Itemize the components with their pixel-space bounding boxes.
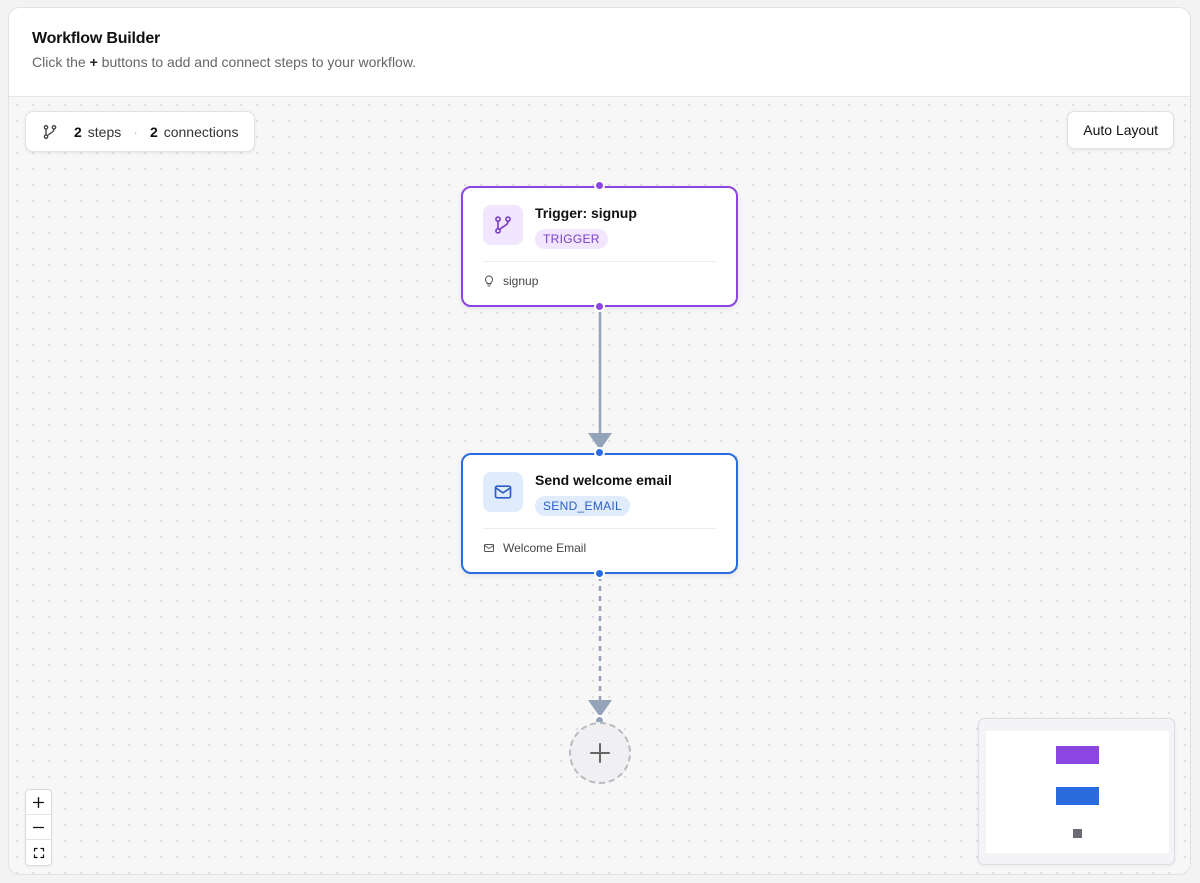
mail-icon — [494, 485, 512, 499]
node-divider — [483, 528, 716, 529]
node-icon-box — [483, 205, 523, 245]
page-subtitle: Click the + buttons to add and connect s… — [32, 54, 1167, 70]
minimap-viewport — [986, 731, 1169, 853]
connections-label: connections — [163, 123, 239, 140]
workflow-stats: 2 steps · 2 connections — [25, 111, 256, 152]
node-title: Trigger: signup — [535, 205, 637, 221]
minimap-node-trigger — [1056, 746, 1099, 764]
node-detail-text: signup — [503, 274, 539, 288]
git-branch-icon — [495, 216, 511, 234]
node-detail: Welcome Email — [483, 541, 586, 555]
node-type-badge: SEND_EMAIL — [535, 496, 631, 516]
fit-view-icon — [33, 847, 44, 858]
node-detail: signup — [483, 274, 538, 288]
git-branch-icon — [43, 124, 57, 139]
workflow-builder-panel: Workflow Builder Click the + buttons to … — [8, 7, 1191, 875]
minus-icon — [32, 826, 45, 828]
steps-label: steps — [87, 123, 122, 140]
trigger-input-handle[interactable] — [594, 180, 605, 191]
lightbulb-icon — [485, 275, 493, 287]
plus-icon — [32, 796, 45, 808]
subtitle-text-end: buttons to add and connect steps to your… — [97, 54, 417, 70]
email-input-handle[interactable] — [594, 447, 605, 458]
zoom-controls — [25, 789, 52, 866]
node-type-badge: TRIGGER — [535, 229, 608, 249]
email-output-handle[interactable] — [594, 568, 605, 579]
trigger-output-handle[interactable] — [594, 301, 605, 312]
node-detail-text: Welcome Email — [503, 541, 587, 555]
node-divider — [483, 261, 716, 262]
node-title: Send welcome email — [535, 472, 672, 488]
subtitle-plus-symbol: + — [89, 54, 98, 70]
connections-count: 2 — [149, 123, 158, 140]
mail-icon — [484, 544, 494, 552]
workflow-canvas[interactable]: 2 steps · 2 connections Auto Layout Trig… — [9, 97, 1190, 874]
stats-separator: · — [133, 123, 138, 140]
workflow-node-send-email[interactable]: Send welcome email SEND_EMAIL Welcome Em… — [461, 453, 738, 574]
minimap-node-add — [1073, 829, 1082, 838]
fit-view-button[interactable] — [26, 840, 51, 865]
minimap-node-email — [1056, 787, 1099, 805]
add-step-button[interactable] — [569, 722, 631, 784]
auto-layout-button[interactable]: Auto Layout — [1067, 111, 1174, 149]
zoom-out-button[interactable] — [26, 815, 51, 840]
zoom-in-button[interactable] — [26, 790, 51, 815]
steps-count: 2 — [74, 123, 82, 140]
page-title: Workflow Builder — [32, 30, 161, 47]
header: Workflow Builder Click the + buttons to … — [9, 8, 1190, 97]
node-icon-box — [483, 472, 523, 512]
subtitle-text-start: Click the — [32, 54, 90, 70]
workflow-node-trigger[interactable]: Trigger: signup TRIGGER signup — [461, 186, 738, 307]
plus-icon — [590, 743, 610, 763]
minimap[interactable] — [978, 718, 1175, 865]
